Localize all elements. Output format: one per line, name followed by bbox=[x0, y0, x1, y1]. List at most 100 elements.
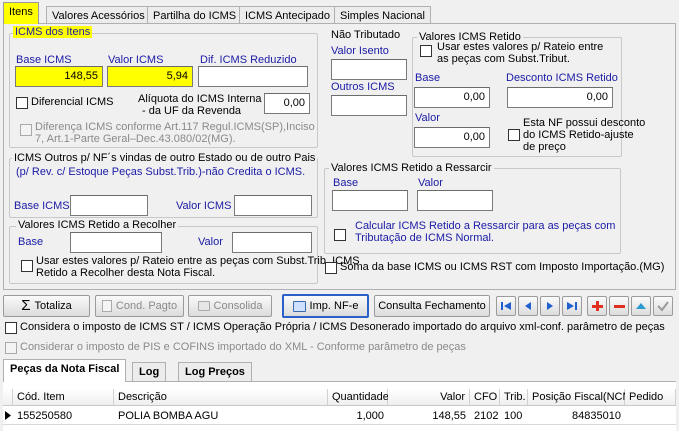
recolher-valor-label: Valor bbox=[198, 236, 223, 248]
last-record-icon bbox=[567, 302, 577, 310]
cond-pagto-label: Cond. Pagto bbox=[115, 300, 178, 312]
ressarcir-calcular-label-2: Tributação de ICMS Normal. bbox=[355, 232, 494, 244]
first-record-button[interactable] bbox=[496, 296, 516, 316]
nao-tributado-title: Não Tributado bbox=[331, 29, 401, 41]
tab-itens[interactable]: Itens bbox=[3, 2, 39, 24]
col-cod-item[interactable]: Cód. Item bbox=[13, 389, 114, 406]
consolida-label: Consolida bbox=[213, 300, 263, 312]
retido-rateio-label-2: as peças com Subst.Tribut. bbox=[437, 53, 570, 65]
outros-base-icms-field[interactable] bbox=[70, 195, 148, 216]
soma-base-checkbox[interactable] bbox=[325, 262, 337, 274]
imp-nfe-label: Imp. NF-e bbox=[309, 300, 359, 312]
triangle-up-icon bbox=[636, 303, 646, 309]
tab-log[interactable]: Log bbox=[132, 362, 167, 381]
cell-pedido[interactable] bbox=[625, 408, 676, 424]
col-pedido[interactable]: Pedido bbox=[625, 389, 676, 406]
recolher-base-label: Base bbox=[18, 236, 44, 248]
tab-icms-antecipado[interactable]: ICMS Antecipado bbox=[239, 6, 336, 24]
tab-pecas-nota-fiscal[interactable]: Peças da Nota Fiscal bbox=[3, 359, 127, 382]
next-record-icon bbox=[547, 302, 553, 310]
considera-pis-checkbox[interactable] bbox=[5, 342, 17, 354]
outros-valor-icms-label: Valor ICMS bbox=[176, 200, 232, 212]
edit-record-button[interactable] bbox=[631, 296, 651, 316]
totaliza-button[interactable]: Σ Totaliza bbox=[3, 295, 90, 317]
considera-pis-label: Considerar o imposto de PIS e COFINS imp… bbox=[20, 341, 466, 353]
cond-pagto-button[interactable]: Cond. Pagto bbox=[95, 295, 184, 317]
consolida-button[interactable]: Consolida bbox=[188, 295, 272, 317]
imp-nfe-button[interactable]: Imp. NF-e bbox=[282, 294, 369, 318]
last-record-button[interactable] bbox=[562, 296, 582, 316]
recolher-rateio-checkbox[interactable] bbox=[21, 260, 33, 272]
col-trib[interactable]: Trib. bbox=[500, 389, 528, 406]
col-quantidade[interactable]: Quantidade bbox=[328, 389, 389, 406]
considera-st-checkbox[interactable] bbox=[5, 322, 17, 334]
tab-simples-nacional[interactable]: Simples Nacional bbox=[334, 6, 431, 24]
ressarcir-calcular-checkbox[interactable] bbox=[334, 229, 346, 241]
retido-base-label: Base bbox=[415, 72, 441, 84]
ressarcir-base-field[interactable] bbox=[332, 190, 408, 211]
tab-log-precos[interactable]: Log Preços bbox=[178, 362, 252, 381]
icms-outros-title: ICMS Outros p/ NF´s vindas de outro Esta… bbox=[12, 152, 318, 164]
diferencial-icms-label: Diferencial ICMS bbox=[31, 96, 114, 108]
nf-desconto-checkbox[interactable] bbox=[508, 129, 520, 141]
plus-icon bbox=[592, 301, 603, 311]
cell-ncm[interactable]: 84835010 bbox=[528, 408, 625, 424]
cell-descricao[interactable]: POLIA BOMBA AGU bbox=[114, 408, 328, 424]
nf-desconto-label-3: de preço bbox=[523, 141, 566, 153]
totaliza-label: Totaliza bbox=[34, 300, 72, 312]
consulta-fechamento-label: Consulta Fechamento bbox=[378, 300, 486, 312]
row-indicator-icon bbox=[3, 408, 13, 424]
aliquota-field[interactable]: 0,00 bbox=[264, 93, 310, 114]
soma-base-label: Soma da base ICMS ou ICMS RST com Impost… bbox=[340, 261, 665, 273]
grid-indicator-header bbox=[3, 389, 13, 406]
retido-rateio-checkbox[interactable] bbox=[420, 45, 432, 57]
col-descricao[interactable]: Descrição bbox=[114, 389, 328, 406]
ressarcir-base-label: Base bbox=[333, 177, 359, 189]
checkmark-icon bbox=[657, 301, 669, 312]
ressarcir-valor-label: Valor bbox=[418, 177, 443, 189]
valor-icms-field[interactable]: 5,94 bbox=[107, 66, 193, 87]
cell-quantidade[interactable]: 1,000 bbox=[328, 408, 388, 424]
outros-valor-icms-field[interactable] bbox=[234, 195, 312, 216]
outros-icms-label: Outros ICMS bbox=[331, 81, 395, 93]
cell-valor[interactable]: 148,55 bbox=[388, 408, 470, 424]
dif-icms-reduzido-field[interactable] bbox=[198, 66, 308, 87]
valor-isento-field[interactable] bbox=[331, 59, 407, 80]
cell-trib[interactable]: 100 bbox=[500, 408, 528, 424]
retido-desconto-label: Desconto ICMS Retido bbox=[506, 72, 618, 84]
col-valor[interactable]: Valor bbox=[388, 389, 470, 406]
insert-record-button[interactable] bbox=[587, 296, 607, 316]
retido-desconto-field[interactable]: 0,00 bbox=[507, 87, 613, 108]
tab-partilha-icms[interactable]: Partilha do ICMS bbox=[147, 6, 243, 24]
cell-cfo[interactable]: 2102 bbox=[470, 408, 500, 424]
outros-icms-field[interactable] bbox=[331, 95, 407, 116]
outros-base-icms-label: Base ICMS bbox=[14, 200, 70, 212]
base-icms-field[interactable]: 148,55 bbox=[15, 66, 103, 87]
printer-icon bbox=[197, 301, 210, 311]
ressarcir-valor-field[interactable] bbox=[417, 190, 493, 211]
recolher-base-field[interactable] bbox=[70, 232, 162, 253]
post-record-button[interactable] bbox=[653, 296, 673, 316]
retido-ressarcir-title: Valores ICMS Retido a Ressarcir bbox=[329, 162, 494, 174]
recolher-valor-field[interactable] bbox=[232, 232, 312, 253]
icms-outros-subtitle: (p/ Rev. c/ Estoque Peças Subst.Trib.)-n… bbox=[16, 166, 306, 178]
first-record-icon bbox=[501, 302, 511, 310]
next-record-button[interactable] bbox=[540, 296, 560, 316]
consulta-fechamento-button[interactable]: Consulta Fechamento bbox=[374, 295, 490, 317]
diferencial-icms-checkbox[interactable] bbox=[16, 97, 28, 109]
retido-valor-label: Valor bbox=[415, 112, 440, 124]
document-icon bbox=[101, 300, 112, 312]
col-ncm[interactable]: Posição Fiscal(NCM) bbox=[528, 389, 635, 406]
prior-record-icon bbox=[525, 302, 531, 310]
cell-cod-item[interactable]: 155250580 bbox=[13, 408, 114, 424]
minus-icon bbox=[614, 305, 625, 308]
diferenca-icms-checkbox[interactable] bbox=[20, 124, 32, 136]
prior-record-button[interactable] bbox=[518, 296, 538, 316]
retido-valor-field[interactable]: 0,00 bbox=[414, 127, 490, 148]
delete-record-button[interactable] bbox=[609, 296, 629, 316]
retido-recolher-title: Valores ICMS Retido a Recolher bbox=[16, 219, 179, 231]
col-cfo[interactable]: CFO bbox=[470, 389, 500, 406]
tab-valores-acessorios[interactable]: Valores Acessórios bbox=[46, 6, 151, 24]
retido-base-field[interactable]: 0,00 bbox=[414, 87, 490, 108]
import-icon bbox=[292, 300, 306, 312]
